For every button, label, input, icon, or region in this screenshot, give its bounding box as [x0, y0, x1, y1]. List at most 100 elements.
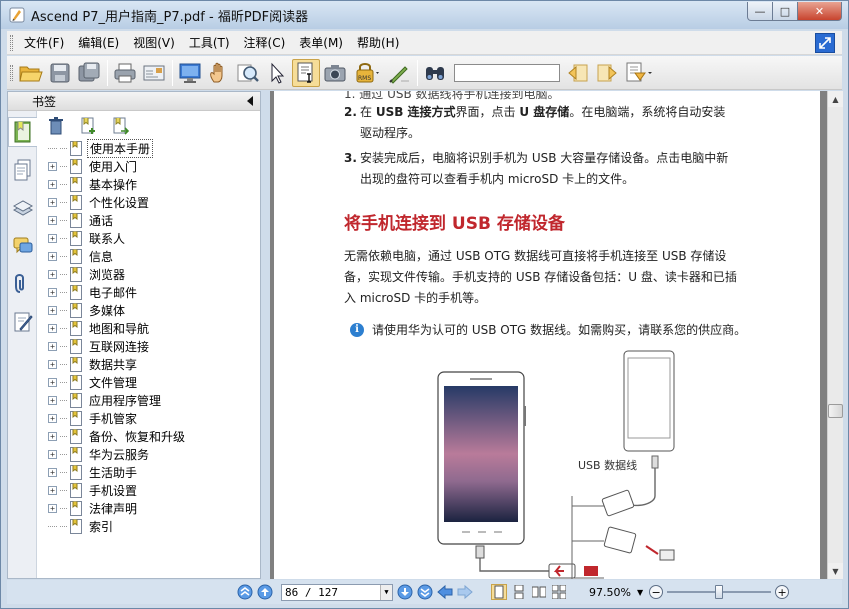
add-child-bookmark-button[interactable] [108, 116, 132, 136]
bookmark-item[interactable]: + 手机设置 [44, 481, 256, 499]
bookmark-item[interactable]: 使用本手册 [44, 138, 256, 158]
zoom-slider[interactable] [667, 584, 772, 600]
email-button[interactable] [140, 59, 168, 87]
bookmark-item[interactable]: + 备份、恢复和升级 [44, 427, 256, 445]
print-button[interactable] [111, 59, 139, 87]
bookmark-item[interactable]: + 浏览器 [44, 265, 256, 283]
bookmark-item[interactable]: + 联系人 [44, 229, 256, 247]
select-text-button[interactable] [292, 58, 320, 87]
delete-bookmark-button[interactable] [44, 116, 68, 136]
bookmark-item[interactable]: 索引 [44, 517, 256, 535]
zoom-level-value[interactable]: 97.50% [589, 586, 631, 599]
find-next-button[interactable] [593, 59, 621, 87]
scroll-thumb[interactable] [828, 404, 843, 418]
bookmark-item[interactable]: + 互联网连接 [44, 337, 256, 355]
bookmark-item[interactable]: + 基本操作 [44, 175, 256, 193]
bookmark-item[interactable]: + 通话 [44, 211, 256, 229]
continuous-facing-layout-button[interactable] [551, 584, 567, 600]
fullscreen-button[interactable] [176, 59, 204, 87]
zoom-slider-thumb[interactable] [715, 585, 724, 599]
first-page-button[interactable] [237, 584, 253, 600]
page-dropdown-arrow[interactable]: ▼ [380, 584, 392, 600]
bookmark-item[interactable]: + 应用程序管理 [44, 391, 256, 409]
bookmark-item[interactable]: + 使用入门 [44, 157, 256, 175]
zoom-dropdown-arrow[interactable]: ▼ [637, 588, 643, 597]
expand-toggle-icon[interactable]: + [48, 503, 57, 513]
open-button[interactable] [17, 59, 45, 87]
expand-toggle-icon[interactable]: + [48, 269, 57, 279]
side-tab-attachments[interactable] [8, 269, 37, 299]
expand-toggle-icon[interactable]: + [48, 377, 57, 387]
bookmark-item[interactable]: + 地图和导航 [44, 319, 256, 337]
expand-toggle-icon[interactable]: + [48, 467, 57, 477]
zoom-out-button[interactable]: − [649, 585, 664, 599]
expand-toggle-icon[interactable]: + [48, 413, 57, 423]
search-options-button[interactable] [622, 59, 656, 87]
side-tab-pages[interactable] [8, 155, 37, 185]
menu-view[interactable]: 视图(V) [126, 34, 182, 51]
side-tab-comments[interactable] [8, 231, 37, 261]
toolbar-grip[interactable] [10, 64, 13, 81]
menu-file[interactable]: 文件(F) [17, 34, 71, 51]
bookmark-item[interactable]: + 文件管理 [44, 373, 256, 391]
continuous-layout-button[interactable] [511, 584, 527, 600]
bookmark-item[interactable]: + 信息 [44, 247, 256, 265]
next-page-button[interactable] [397, 584, 413, 600]
fullscreen-toggle-button[interactable] [815, 33, 835, 53]
select-tool-button[interactable] [263, 59, 291, 87]
expand-toggle-icon[interactable]: + [48, 485, 57, 495]
single-page-layout-button[interactable] [491, 584, 507, 600]
sign-button[interactable] [385, 59, 413, 87]
expand-toggle-icon[interactable]: + [48, 197, 57, 207]
go-back-button[interactable] [437, 584, 453, 600]
side-tab-bookmarks[interactable] [8, 117, 37, 147]
minimize-button[interactable]: — [747, 2, 773, 21]
menu-tools[interactable]: 工具(T) [182, 34, 237, 51]
save-as-button[interactable] [75, 59, 103, 87]
previous-page-button[interactable] [257, 584, 273, 600]
rms-protect-button[interactable]: RMS [350, 59, 384, 87]
zoom-tool-button[interactable] [234, 59, 262, 87]
expand-toggle-icon[interactable]: + [48, 431, 57, 441]
scroll-down-button[interactable]: ▼ [828, 563, 843, 579]
snapshot-button[interactable] [321, 59, 349, 87]
expand-toggle-icon[interactable]: + [48, 179, 57, 189]
bookmark-item[interactable]: + 电子邮件 [44, 283, 256, 301]
bookmark-item[interactable]: + 生活助手 [44, 463, 256, 481]
close-button[interactable]: ✕ [798, 2, 842, 21]
menu-form[interactable]: 表单(M) [292, 34, 350, 51]
search-input[interactable] [454, 63, 560, 82]
menu-comment[interactable]: 注释(C) [237, 34, 293, 51]
menu-edit[interactable]: 编辑(E) [71, 34, 126, 51]
title-bar[interactable]: Ascend P7_用户指南_P7.pdf - 福昕PDF阅读器 — □ ✕ [1, 1, 848, 29]
find-previous-button[interactable] [564, 59, 592, 87]
zoom-in-button[interactable]: + [775, 585, 790, 599]
side-tab-signatures[interactable] [8, 307, 37, 337]
page-number-field[interactable]: 86 / 127 ▼ [281, 583, 393, 601]
expand-toggle-icon[interactable]: + [48, 251, 57, 261]
bookmark-item[interactable]: + 个性化设置 [44, 193, 256, 211]
vertical-scrollbar[interactable]: ▲ ▼ [827, 91, 843, 579]
add-bookmark-button[interactable] [76, 116, 100, 136]
bookmark-item[interactable]: + 法律声明 [44, 499, 256, 517]
collapse-panel-icon[interactable] [246, 96, 254, 106]
find-button[interactable] [421, 59, 449, 87]
document-viewport[interactable]: 1. 通过 USB 数据线将手机连接到电脑。 2. 在 USB 连接方式界面，点… [270, 91, 827, 579]
expand-toggle-icon[interactable]: + [48, 233, 57, 243]
expand-toggle-icon[interactable]: + [48, 359, 57, 369]
scroll-up-button[interactable]: ▲ [828, 91, 843, 107]
maximize-button[interactable]: □ [773, 2, 798, 21]
bookmark-item[interactable]: + 手机管家 [44, 409, 256, 427]
expand-toggle-icon[interactable]: + [48, 341, 57, 351]
hand-tool-button[interactable] [205, 59, 233, 87]
last-page-button[interactable] [417, 584, 433, 600]
bookmark-item[interactable]: + 华为云服务 [44, 445, 256, 463]
expand-toggle-icon[interactable]: + [48, 161, 57, 171]
bookmark-item[interactable]: + 数据共享 [44, 355, 256, 373]
facing-layout-button[interactable] [531, 584, 547, 600]
expand-toggle-icon[interactable]: + [48, 449, 57, 459]
expand-toggle-icon[interactable]: + [48, 287, 57, 297]
panel-splitter[interactable] [262, 91, 270, 579]
menu-grip[interactable] [10, 34, 13, 51]
expand-toggle-icon[interactable]: + [48, 395, 57, 405]
